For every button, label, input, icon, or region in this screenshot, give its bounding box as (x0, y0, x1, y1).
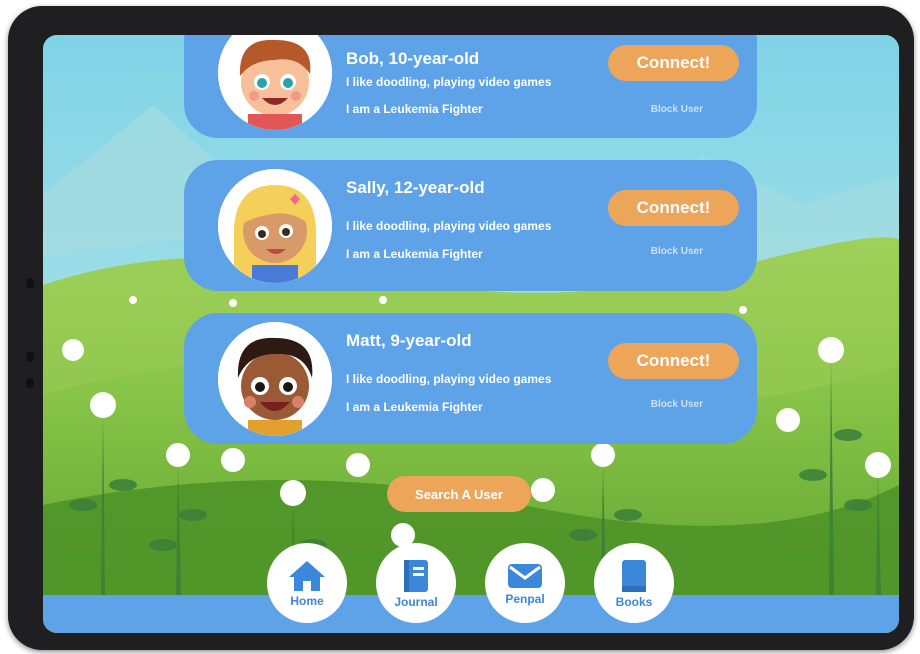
nav-journal-button[interactable]: Journal (376, 543, 456, 623)
user-card: Sally, 12-year-old I like doodling, play… (184, 160, 757, 291)
side-button (26, 278, 34, 288)
bottom-nav-bar (43, 595, 899, 633)
block-user-link[interactable]: Block User (651, 104, 703, 115)
nav-label: Penpal (505, 591, 545, 606)
nav-label: Home (290, 593, 324, 608)
user-condition: I am a Leukemia Fighter (346, 102, 483, 116)
boy-avatar-icon (218, 35, 332, 130)
user-condition: I am a Leukemia Fighter (346, 247, 483, 261)
user-name: Bob, 10-year-old (346, 49, 480, 68)
user-likes: I like doodling, playing video games (346, 372, 552, 386)
mail-icon (508, 563, 542, 588)
boy-avatar-icon (218, 322, 332, 436)
nav-label: Journal (394, 594, 438, 609)
connect-button[interactable]: Connect! (608, 190, 739, 226)
side-button (26, 352, 34, 362)
connect-button[interactable]: Connect! (608, 343, 739, 379)
nav-label: Books (615, 594, 653, 609)
user-card: Bob, 10-year-old I like doodling, playin… (184, 35, 757, 138)
user-name: Matt, 9-year-old (346, 331, 472, 350)
user-card: Matt, 9-year-old I like doodling, playin… (184, 313, 757, 444)
journal-icon (404, 559, 428, 592)
connect-button[interactable]: Connect! (608, 45, 739, 81)
block-user-link[interactable]: Block User (651, 399, 703, 410)
nav-books-button[interactable]: Books (594, 543, 674, 623)
app-screen: Bob, 10-year-old I like doodling, playin… (43, 35, 899, 633)
search-user-button[interactable]: Search A User (387, 476, 531, 512)
user-condition: I am a Leukemia Fighter (346, 400, 483, 414)
block-user-link[interactable]: Block User (651, 246, 703, 257)
user-likes: I like doodling, playing video games (346, 219, 552, 233)
user-likes: I like doodling, playing video games (346, 75, 552, 89)
home-icon (289, 560, 325, 591)
side-button (26, 378, 34, 388)
user-name: Sally, 12-year-old (346, 178, 485, 197)
girl-avatar-icon (218, 169, 332, 283)
nav-penpal-button[interactable]: Penpal (485, 543, 565, 623)
book-icon (622, 559, 646, 592)
nav-home-button[interactable]: Home (267, 543, 347, 623)
